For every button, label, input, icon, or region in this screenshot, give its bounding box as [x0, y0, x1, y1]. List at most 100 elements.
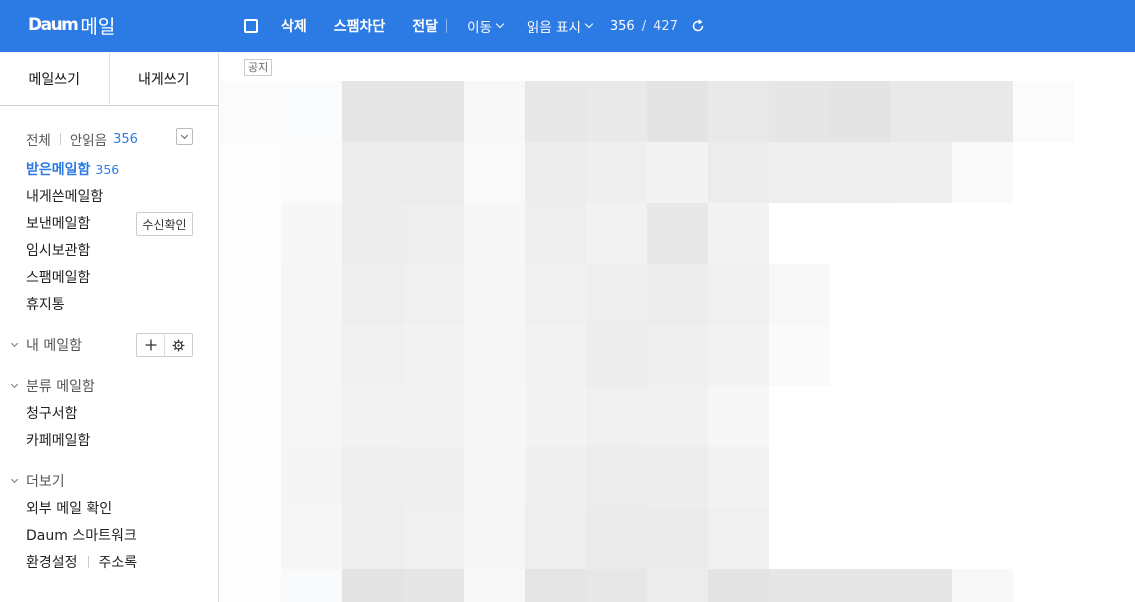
spam-block-button[interactable]: 스팸차단 — [334, 16, 386, 36]
blurred-mail-tile — [769, 447, 830, 508]
collapse-toggle[interactable] — [176, 128, 193, 145]
blurred-mail-tile — [830, 569, 891, 602]
compose-row: 메일쓰기 내게쓰기 — [0, 52, 218, 106]
blurred-mail-tile — [830, 508, 891, 569]
filter-all[interactable]: 전체 — [26, 129, 51, 149]
sidebar-footer-links: 환경설정 주소록 — [26, 552, 137, 572]
blurred-mail-tile — [647, 264, 708, 325]
blurred-mail-tile — [403, 325, 464, 386]
daum-logo-mark: Daum — [28, 15, 79, 35]
filter-unread-count: 356 — [113, 131, 138, 147]
mailbox-tools — [136, 333, 193, 357]
blurred-mail-tile — [708, 325, 769, 386]
blurred-mail-tile — [1013, 386, 1074, 447]
daum-mail-logo[interactable]: Daum 메일 — [28, 12, 115, 38]
write-to-me-button[interactable]: 내게쓰기 — [108, 52, 219, 105]
refresh-icon[interactable] — [691, 19, 705, 33]
blurred-mail-tile — [403, 447, 464, 508]
blurred-mail-tile — [769, 203, 830, 264]
sidebar-item-spam[interactable]: 스팸메일함 — [26, 267, 90, 287]
blurred-mail-tile — [1013, 81, 1074, 142]
sidebar-item-inbox[interactable]: 받은메일함 356 — [26, 159, 119, 179]
blurred-mail-tile — [952, 325, 1013, 386]
blurred-mail-tile — [220, 508, 281, 569]
sidebar-item-external-mail[interactable]: 외부 메일 확인 — [26, 498, 112, 518]
blurred-mail-tile — [891, 325, 952, 386]
blurred-mail-tile — [342, 569, 403, 602]
toolbar-divider — [446, 19, 448, 33]
blurred-mail-tile — [281, 508, 342, 569]
delete-button[interactable]: 삭제 — [281, 16, 307, 36]
blurred-mail-tile — [769, 386, 830, 447]
blurred-mail-tile — [403, 569, 464, 602]
settings-link[interactable]: 환경설정 — [26, 552, 78, 572]
blurred-mail-tile — [464, 81, 525, 142]
category-mailbox-label: 분류 메일함 — [26, 379, 95, 395]
sidebar-item-bills[interactable]: 청구서함 — [26, 403, 78, 423]
blurred-mail-tile — [1013, 325, 1074, 386]
sidebar-item-sent[interactable]: 보낸메일함 — [26, 213, 90, 233]
section-more[interactable]: 더보기 — [10, 471, 65, 491]
blurred-mail-tile — [464, 325, 525, 386]
chevron-down-icon — [10, 380, 19, 388]
inbox-label: 받은메일함 — [26, 162, 91, 178]
gear-icon — [172, 339, 185, 351]
blurred-mail-tile — [952, 447, 1013, 508]
section-category-mailbox[interactable]: 분류 메일함 — [10, 376, 95, 396]
blurred-mail-tile — [1013, 447, 1074, 508]
chevron-down-icon — [495, 19, 505, 29]
sidebar-item-trash[interactable]: 휴지통 — [26, 294, 65, 314]
move-dropdown[interactable]: 이동 — [467, 16, 505, 36]
blurred-mail-tile — [769, 569, 830, 602]
blurred-mail-tile — [586, 264, 647, 325]
blurred-mail-tile — [647, 386, 708, 447]
blurred-mail-tile — [220, 447, 281, 508]
blurred-mail-tile — [1013, 569, 1074, 602]
blurred-mail-tile — [586, 386, 647, 447]
blurred-mail-tile — [830, 81, 891, 142]
sidebar-item-sent-to-me[interactable]: 내게쓴메일함 — [26, 186, 103, 206]
blurred-mail-tile — [708, 569, 769, 602]
blurred-mail-tile — [891, 81, 952, 142]
unread-count: 356 — [609, 18, 635, 34]
receipt-check-button[interactable]: 수신확인 — [136, 212, 193, 236]
blurred-mail-tile — [403, 386, 464, 447]
filter-unread[interactable]: 안읽음 — [70, 129, 107, 149]
blurred-mail-tile — [952, 203, 1013, 264]
blurred-mail-tile — [1013, 508, 1074, 569]
forward-button[interactable]: 전달 — [412, 16, 438, 36]
blurred-mail-tile — [647, 508, 708, 569]
move-label: 이동 — [467, 20, 492, 36]
blurred-mail-tile — [891, 508, 952, 569]
read-mark-dropdown[interactable]: 읽음 표시 — [527, 16, 594, 36]
sidebar-item-smartwork[interactable]: Daum 스마트워크 — [26, 525, 137, 545]
blurred-mail-tile — [647, 325, 708, 386]
blurred-mail-tile — [586, 447, 647, 508]
plus-icon — [145, 339, 156, 351]
blurred-mail-tile — [891, 264, 952, 325]
select-all-checkbox[interactable] — [244, 19, 258, 33]
blurred-mail-tile — [586, 508, 647, 569]
address-book-link[interactable]: 주소록 — [99, 552, 138, 572]
blurred-mail-tile — [281, 386, 342, 447]
blurred-mail-tile — [464, 142, 525, 203]
sidebar-item-drafts[interactable]: 임시보관함 — [26, 240, 90, 260]
top-bar: Daum 메일 삭제 스팸차단 전달 이동 읽음 표시 356 / 427 — [0, 0, 1135, 52]
write-mail-button[interactable]: 메일쓰기 — [0, 52, 109, 105]
sidebar-item-cafe-mail[interactable]: 카페메일함 — [26, 430, 90, 450]
blurred-mail-tile — [220, 386, 281, 447]
blurred-mail-tile — [891, 447, 952, 508]
blurred-mail-tile — [830, 325, 891, 386]
blurred-mail-tile — [891, 203, 952, 264]
blurred-mail-tile — [220, 569, 281, 602]
mailbox-settings-button[interactable] — [164, 334, 192, 356]
add-mailbox-button[interactable] — [137, 334, 164, 356]
blurred-mail-tile — [586, 142, 647, 203]
blurred-mail-tile — [769, 81, 830, 142]
total-count: 427 — [653, 18, 678, 34]
blurred-mail-tile — [830, 264, 891, 325]
blurred-mail-tile — [342, 325, 403, 386]
blurred-mail-tile — [952, 569, 1013, 602]
blurred-mail-tile — [464, 386, 525, 447]
section-my-mailbox[interactable]: 내 메일함 — [10, 335, 82, 355]
